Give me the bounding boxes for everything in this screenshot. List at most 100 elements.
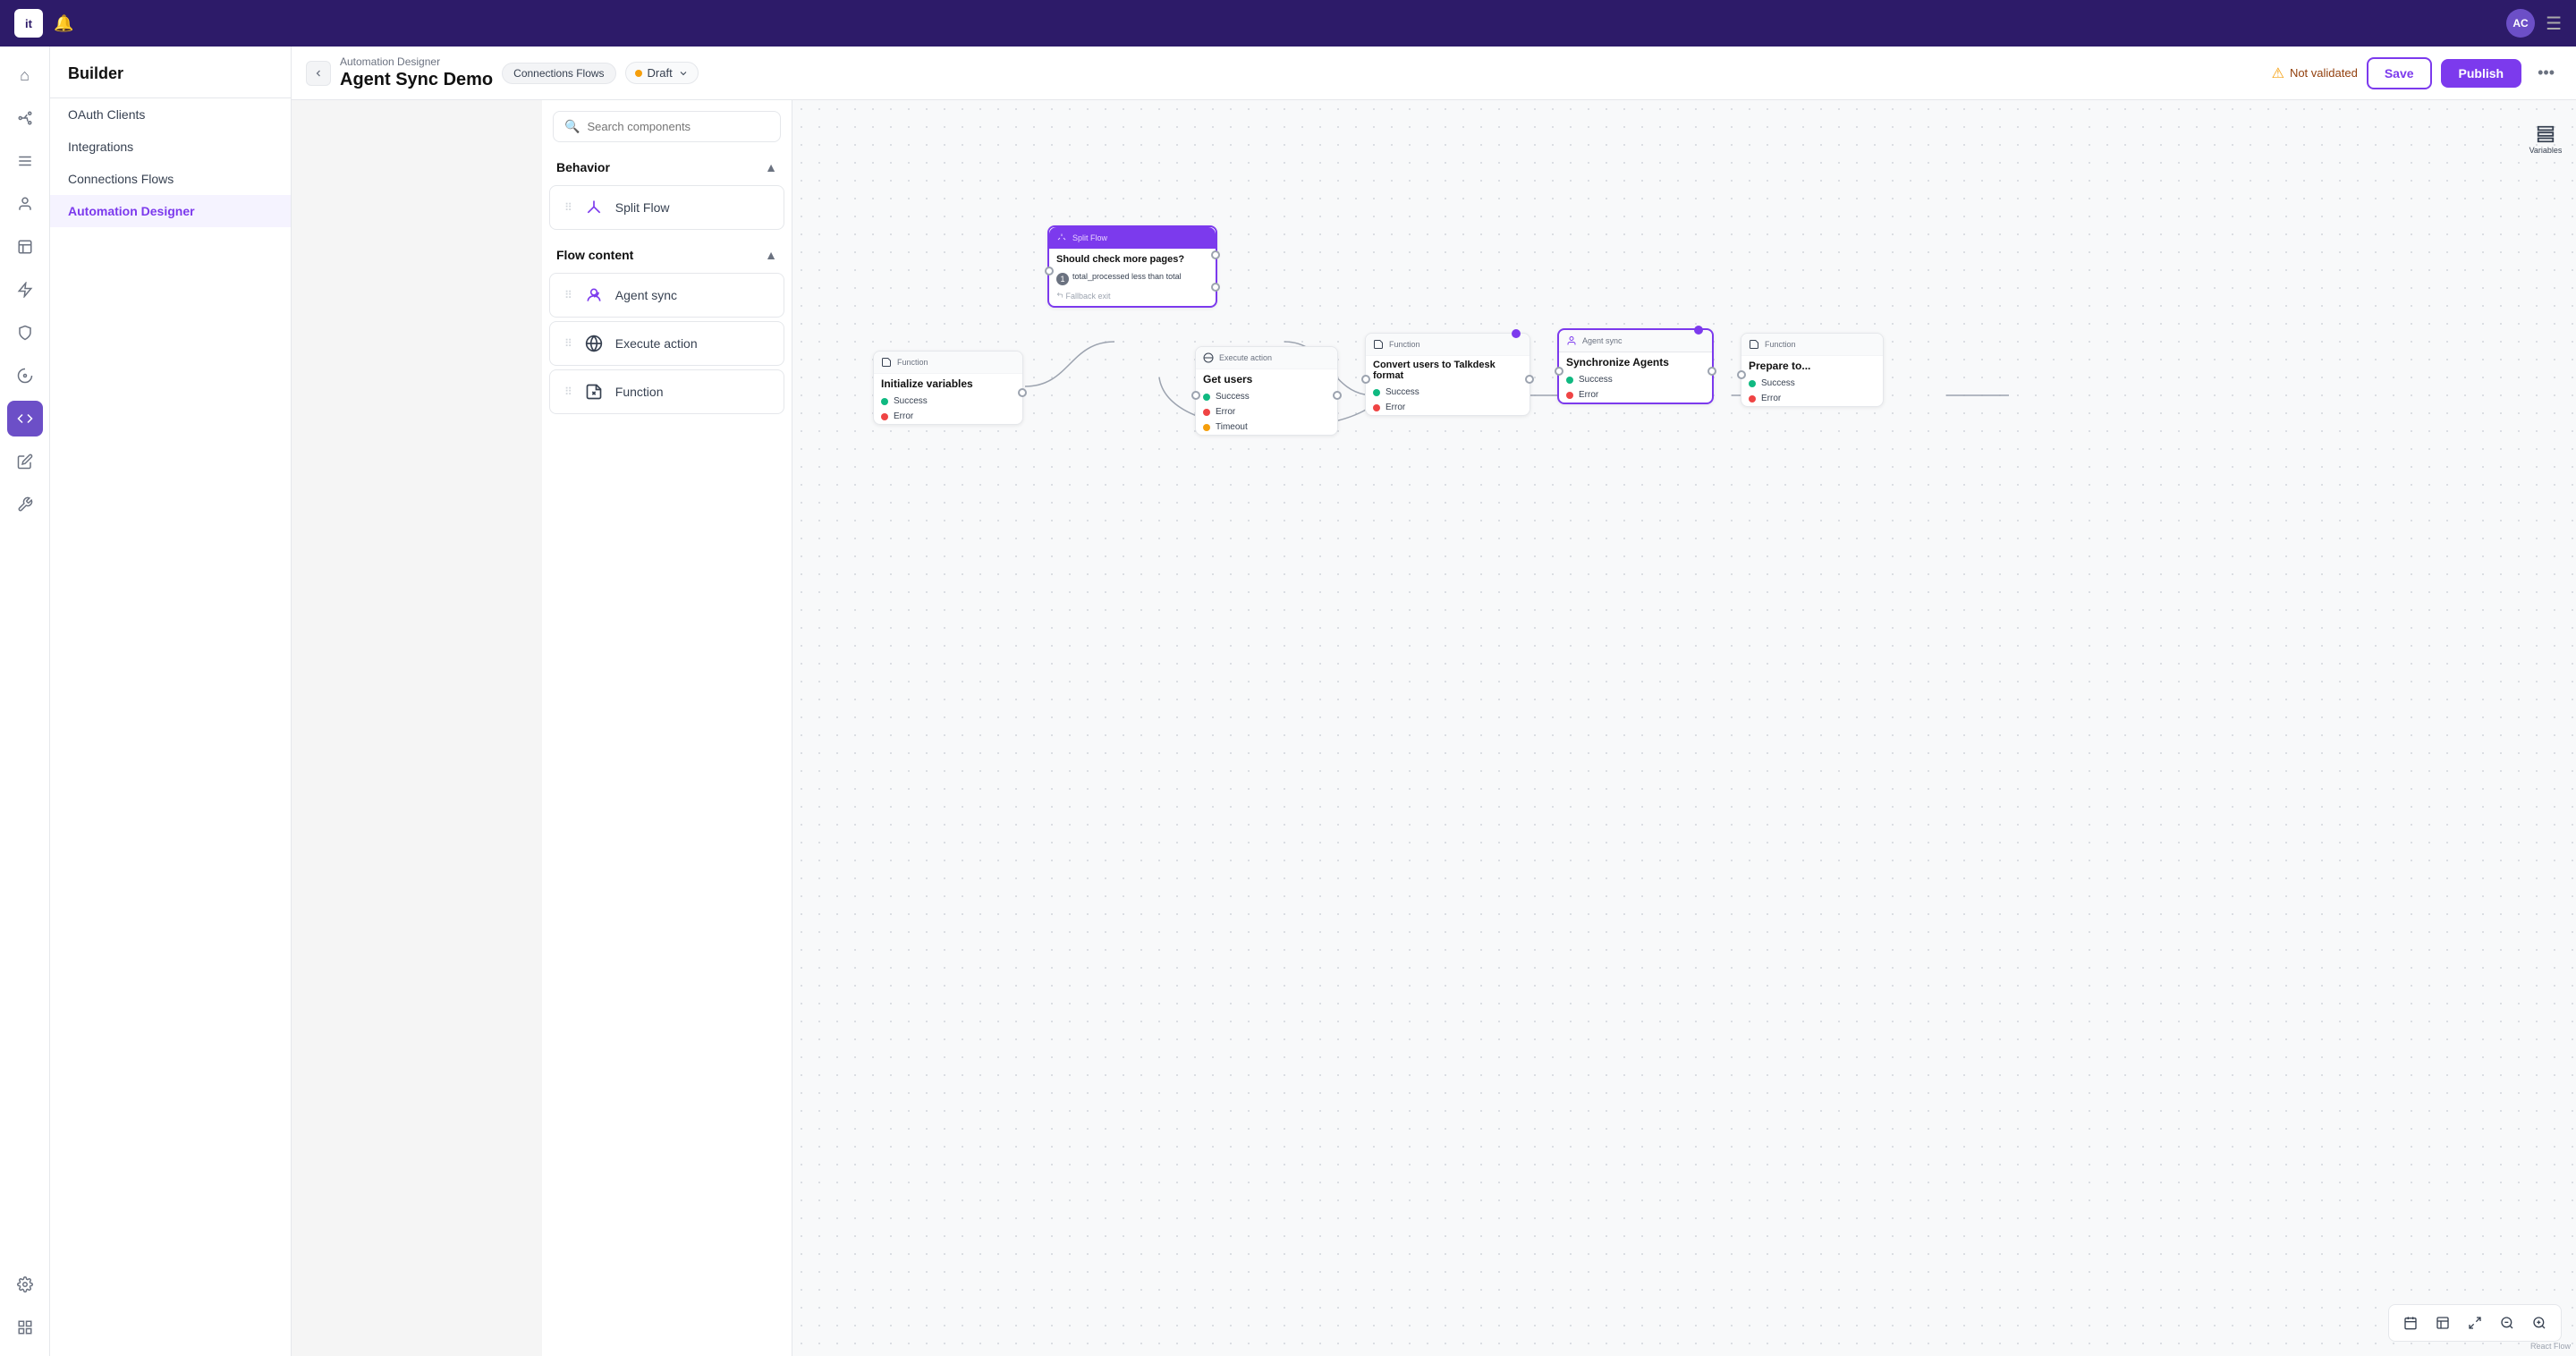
node-prepare-name: Prepare to...: [1741, 356, 1883, 376]
node-convert-left-port[interactable]: [1361, 375, 1370, 384]
node-get-users[interactable]: Execute action Get users Success Error T…: [1195, 346, 1338, 436]
agent-sync-label: Agent sync: [615, 288, 677, 302]
execute-action-component[interactable]: ⠿ Execute action: [549, 321, 784, 366]
node-convert-top-port[interactable]: [1512, 329, 1521, 338]
bottom-toolbar: [2388, 1304, 2562, 1342]
sidebar-item-flows[interactable]: [7, 100, 43, 136]
search-components-input[interactable]: [587, 120, 769, 133]
node-getusers-header: Execute action: [1196, 347, 1337, 369]
sidebar-item-security[interactable]: [7, 315, 43, 351]
user-avatar[interactable]: AC: [2506, 9, 2535, 38]
node-initialize-error: Error: [874, 409, 1022, 424]
node-split-right-port-2[interactable]: [1211, 283, 1220, 292]
top-nav-right: AC ☰: [2506, 9, 2562, 38]
error-dot: [881, 413, 888, 420]
node-convert-success: Success: [1366, 385, 1530, 400]
node-prepare-success: Success: [1741, 376, 1883, 391]
node-sync-name: Synchronize Agents: [1559, 352, 1712, 372]
main-content: Builder OAuth Clients Integrations Conne…: [50, 47, 2576, 1356]
node-sync-right-port[interactable]: [1707, 367, 1716, 376]
success-dot: [881, 398, 888, 405]
node-split-right-port-1[interactable]: [1211, 250, 1220, 259]
top-navigation: it 🔔 AC ☰: [0, 0, 2576, 47]
node-sync-type: Agent sync: [1582, 336, 1623, 345]
top-nav-left: it 🔔: [14, 9, 73, 38]
node-prepare-left-port[interactable]: [1737, 370, 1746, 379]
node-split-flow[interactable]: Split Flow Should check more pages? 1 to…: [1047, 225, 1217, 308]
node-getusers-success: Success: [1196, 389, 1337, 404]
search-icon: 🔍: [564, 119, 580, 134]
node-convert-right-port[interactable]: [1525, 375, 1534, 384]
split-flow-component[interactable]: ⠿ Split Flow: [549, 185, 784, 230]
flow-content-section-header[interactable]: Flow content ▲: [542, 241, 792, 269]
flow-canvas[interactable]: Function Initialize variables Success Er…: [792, 100, 2576, 1356]
node-initialize-right-port[interactable]: [1018, 388, 1027, 397]
function-component[interactable]: ⠿ Function: [549, 369, 784, 414]
nav-oauth[interactable]: OAuth Clients: [50, 98, 291, 131]
node-sync-top-port[interactable]: [1694, 326, 1703, 335]
search-components-box[interactable]: 🔍: [553, 111, 781, 142]
builder-title: Builder: [50, 47, 291, 98]
sidebar-item-home[interactable]: ⌂: [7, 57, 43, 93]
node-convert-type: Function: [1389, 340, 1420, 349]
node-initialize-variables[interactable]: Function Initialize variables Success Er…: [873, 351, 1023, 425]
agent-sync-component[interactable]: ⠿ Agent sync: [549, 273, 784, 318]
more-options-button[interactable]: •••: [2530, 58, 2562, 88]
draft-dot: [635, 70, 642, 77]
node-split-name: Should check more pages?: [1049, 250, 1216, 269]
zoom-in-toolbar-btn[interactable]: [2527, 1310, 2552, 1335]
publish-button[interactable]: Publish: [2441, 59, 2522, 88]
node-initialize-name: Initialize variables: [874, 374, 1022, 394]
node-prepare[interactable]: Function Prepare to... Success Error: [1741, 333, 1884, 407]
success-label: Success: [894, 396, 928, 406]
node-getusers-right-port[interactable]: [1333, 391, 1342, 400]
variables-button[interactable]: Variables: [2524, 118, 2567, 161]
node-synchronize-agents[interactable]: Agent sync Synchronize Agents Success Er…: [1557, 328, 1714, 404]
not-validated-label: Not validated: [2290, 66, 2358, 80]
node-getusers-left-port[interactable]: [1191, 391, 1200, 400]
behavior-section-header[interactable]: Behavior ▲: [542, 153, 792, 182]
sidebar-item-grid[interactable]: [7, 1309, 43, 1345]
sidebar-item-edit[interactable]: [7, 444, 43, 479]
calendar-toolbar-btn[interactable]: [2398, 1310, 2423, 1335]
react-flow-label: React Flow: [2530, 1342, 2571, 1351]
notifications-bell[interactable]: 🔔: [54, 14, 73, 33]
draft-status[interactable]: Draft: [625, 62, 699, 84]
nav-connections[interactable]: Connections Flows: [50, 163, 291, 195]
node-split-header: Split Flow: [1049, 227, 1216, 250]
node-convert-users[interactable]: Function Convert users to Talkdesk forma…: [1365, 333, 1530, 416]
hamburger-menu[interactable]: ☰: [2546, 13, 2562, 35]
app-logo[interactable]: it: [14, 9, 43, 38]
sidebar-item-settings[interactable]: [7, 1267, 43, 1302]
execute-action-label: Execute action: [615, 336, 698, 351]
canvas-area: 🔍 Behavior ▲ ⠿ Split Flow: [542, 100, 2576, 1356]
sidebar-item-code[interactable]: [7, 401, 43, 436]
sidebar-item-contacts[interactable]: [7, 186, 43, 222]
nav-integrations[interactable]: Integrations: [50, 131, 291, 163]
save-button[interactable]: Save: [2367, 57, 2432, 89]
header-bar: Automation Designer Agent Sync Demo Conn…: [292, 47, 2576, 100]
sidebar-item-reports[interactable]: [7, 229, 43, 265]
node-sync-left-port[interactable]: [1555, 367, 1563, 376]
node-split-condition: 1 total_processed less than total: [1049, 269, 1216, 288]
variables-label: Variables: [2529, 146, 2563, 155]
sidebar-item-automations[interactable]: [7, 272, 43, 308]
node-initialize-type: Function: [897, 358, 928, 367]
drag-handle-icon: ⠿: [564, 337, 572, 350]
split-flow-label: Split Flow: [615, 200, 670, 215]
node-split-left-port[interactable]: [1045, 267, 1054, 275]
sidebar-item-rules[interactable]: [7, 143, 43, 179]
layout-toolbar-btn[interactable]: [2430, 1310, 2455, 1335]
collapse-button[interactable]: [306, 61, 331, 86]
node-initialize-header: Function: [874, 352, 1022, 374]
node-prepare-header: Function: [1741, 334, 1883, 356]
drag-handle-icon: ⠿: [564, 386, 572, 398]
connections-flows-badge[interactable]: Connections Flows: [502, 63, 615, 84]
node-convert-name: Convert users to Talkdesk format: [1366, 356, 1530, 385]
nav-automation[interactable]: Automation Designer: [50, 195, 291, 227]
fullscreen-toolbar-btn[interactable]: [2462, 1310, 2487, 1335]
node-getusers-error: Error: [1196, 404, 1337, 420]
sidebar-item-analytics[interactable]: [7, 358, 43, 394]
sidebar-item-integrations[interactable]: [7, 487, 43, 522]
zoom-out-toolbar-btn[interactable]: [2495, 1310, 2520, 1335]
